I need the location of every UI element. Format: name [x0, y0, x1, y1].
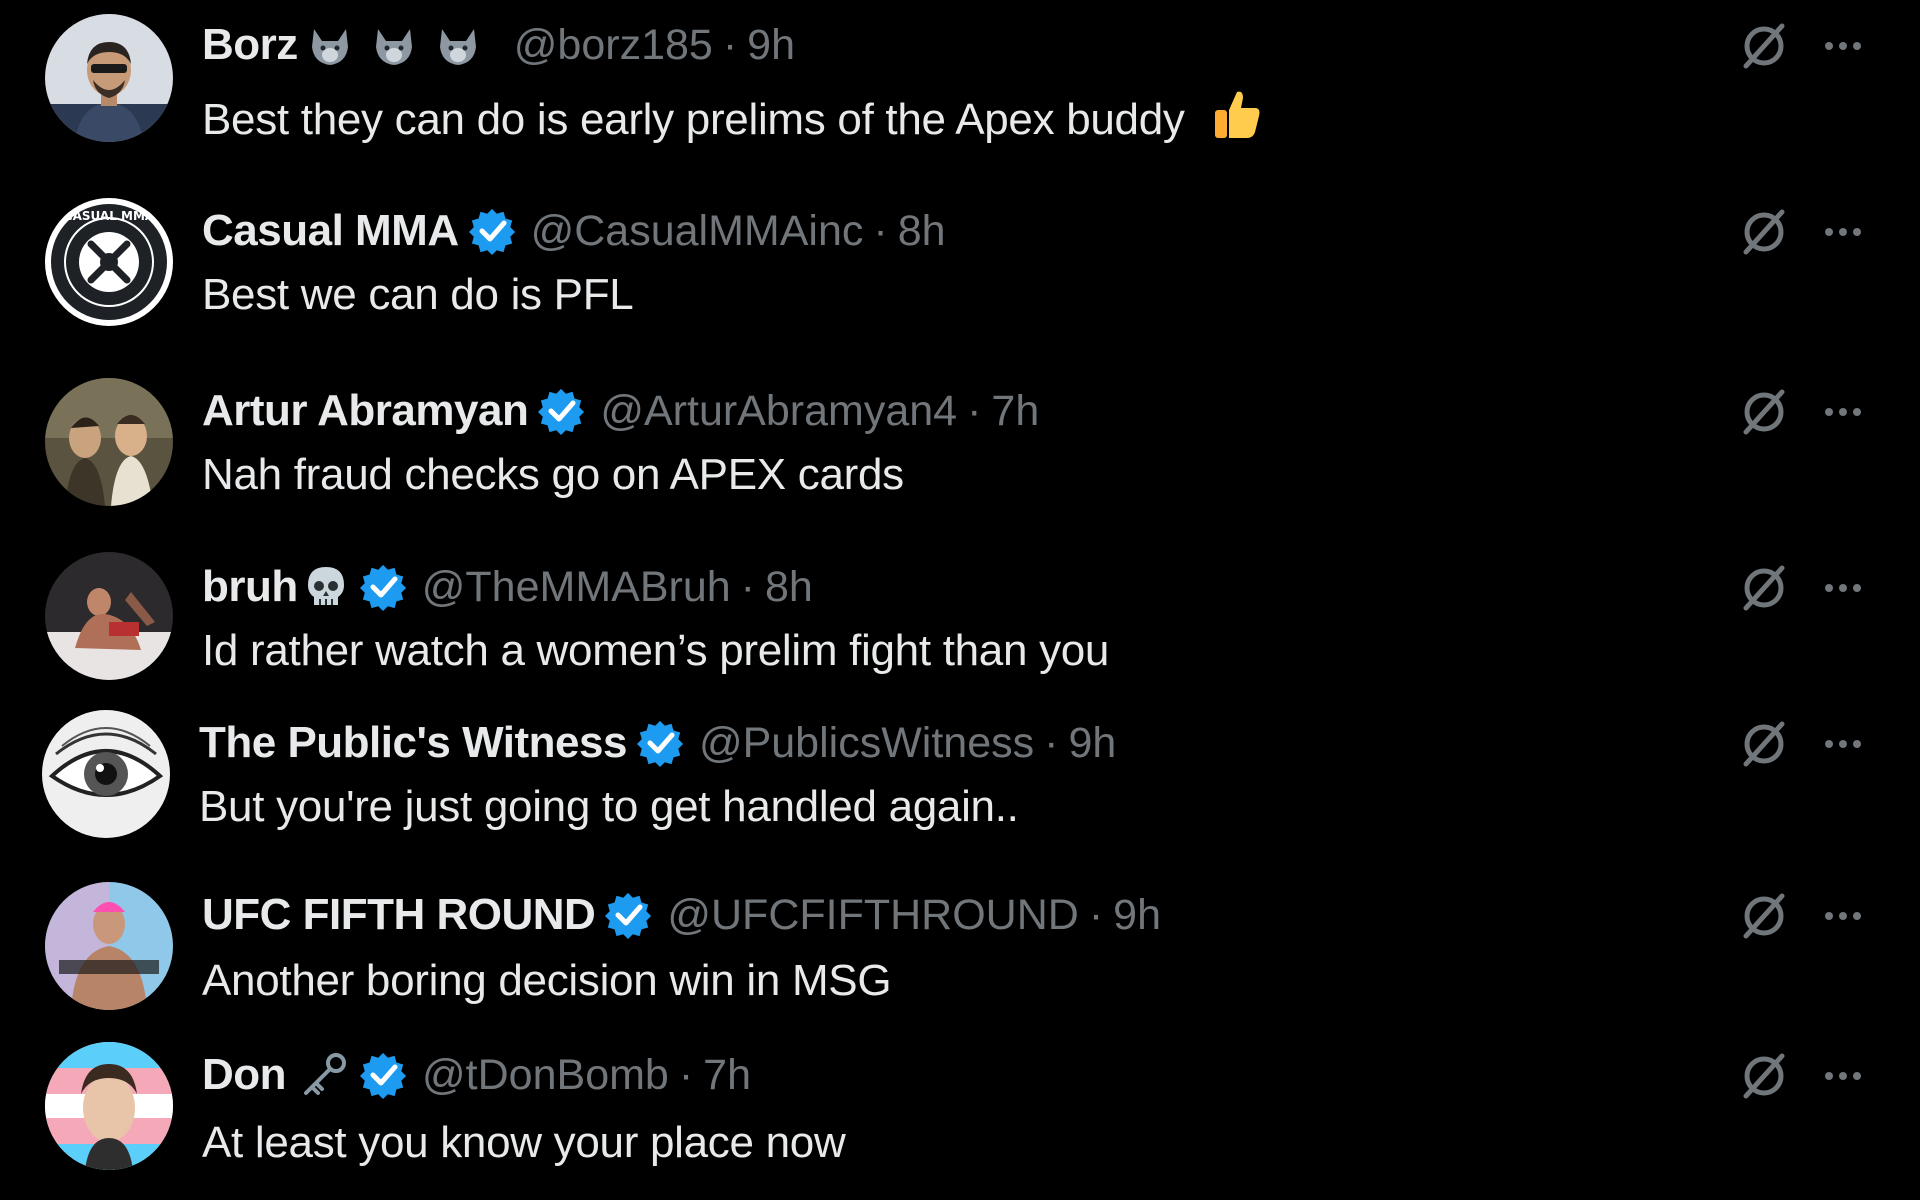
fight-photo-avatar — [45, 552, 173, 680]
more-dots-icon[interactable] — [1815, 204, 1871, 260]
grok-slash-icon[interactable] — [1736, 204, 1792, 260]
user-handle[interactable]: @UFCFIFTHROUND — [667, 891, 1078, 940]
display-name[interactable]: bruh — [202, 562, 298, 612]
reply-text: At least you know your place now — [202, 1118, 846, 1167]
verified-badge-icon — [636, 720, 684, 767]
skull-emoji-icon — [307, 567, 344, 605]
verified-badge-icon — [359, 564, 406, 611]
reply-text: Id rather watch a women’s prelim fight t… — [202, 626, 1110, 675]
avatar[interactable] — [45, 1042, 173, 1170]
separator-dot: · — [722, 20, 738, 69]
verified-badge-icon — [468, 208, 515, 255]
reply-text: But you're just going to get handled aga… — [199, 782, 1019, 831]
user-handle[interactable]: @ArturAbramyan4 — [600, 387, 957, 436]
more-dots-icon[interactable] — [1815, 1048, 1871, 1104]
reply-item[interactable]: Don @tDonBomb · 7h At least you know you… — [0, 1032, 1920, 1182]
avatar[interactable] — [45, 552, 173, 680]
display-name[interactable]: The Public's Witness — [199, 718, 627, 768]
grok-slash-icon[interactable] — [1736, 18, 1792, 74]
avatar[interactable] — [42, 710, 170, 838]
verified-badge-icon — [538, 388, 585, 435]
timestamp[interactable]: 7h — [991, 387, 1039, 436]
timestamp[interactable]: 9h — [1068, 719, 1116, 768]
display-name[interactable]: Casual MMA — [202, 206, 459, 256]
more-dots-icon[interactable] — [1815, 384, 1871, 440]
eye-engraving-avatar — [42, 710, 170, 838]
separator-dot: · — [678, 1050, 694, 1099]
reply-text: Best we can do is PFL — [202, 270, 634, 319]
reply-item[interactable]: bruh @TheMMABruh · 8h Id rather watch a … — [0, 540, 1920, 690]
grok-slash-icon[interactable] — [1736, 384, 1792, 440]
reply-text-wrap: Best they can do is early prelims of the… — [202, 86, 1265, 145]
avatar[interactable] — [45, 882, 173, 1010]
separator-dot: · — [740, 562, 755, 611]
reply-item[interactable]: The Public's Witness @PublicsWitness · 9… — [0, 696, 1920, 846]
more-dots-icon[interactable] — [1815, 18, 1871, 74]
cartoon-man-avatar — [45, 1042, 173, 1170]
user-handle[interactable]: @CasualMMAinc — [531, 207, 864, 256]
grok-slash-icon[interactable] — [1736, 716, 1792, 772]
fighter-neon-avatar — [45, 882, 173, 1010]
avatar[interactable]: CASUAL MMA — [45, 198, 173, 326]
person-photo-avatar — [45, 14, 173, 142]
reply-text: Another boring decision win in MSG — [202, 956, 892, 1005]
timestamp[interactable]: 7h — [703, 1051, 751, 1100]
more-dots-icon[interactable] — [1815, 716, 1871, 772]
verified-badge-icon — [605, 892, 652, 939]
avatar[interactable] — [45, 378, 173, 506]
verified-badge-icon — [360, 1052, 407, 1099]
user-handle[interactable]: @borz185 — [514, 21, 713, 70]
user-handle[interactable]: @TheMMABruh — [422, 563, 731, 612]
avatar[interactable] — [45, 14, 173, 142]
timestamp[interactable]: 9h — [747, 21, 795, 70]
reply-item[interactable]: Artur Abramyan @ArturAbramyan4 · 7h Nah … — [0, 364, 1920, 514]
grok-slash-icon[interactable] — [1736, 888, 1792, 944]
key-emoji-icon — [304, 1053, 347, 1095]
avatar-text: CASUAL MMA — [64, 209, 155, 223]
timestamp[interactable]: 9h — [1113, 891, 1161, 940]
timestamp[interactable]: 8h — [898, 207, 946, 256]
casual-mma-logo-avatar: CASUAL MMA — [45, 198, 173, 326]
reply-item[interactable]: CASUAL MMA Casual MMA @CasualMMAinc · 8h… — [0, 182, 1920, 332]
grok-slash-icon[interactable] — [1736, 560, 1792, 616]
separator-dot: · — [1088, 890, 1104, 939]
group-photo-avatar — [45, 378, 173, 506]
separator-dot: · — [967, 386, 982, 435]
display-name[interactable]: Artur Abramyan — [202, 386, 529, 436]
display-name[interactable]: Borz — [202, 20, 298, 70]
more-dots-icon[interactable] — [1815, 888, 1871, 944]
display-name[interactable]: Don — [202, 1050, 287, 1100]
user-handle[interactable]: @PublicsWitness — [699, 719, 1034, 768]
more-dots-icon[interactable] — [1815, 560, 1871, 616]
separator-dot: · — [1044, 718, 1059, 767]
thumbs-up-emoji-icon — [1214, 91, 1260, 138]
separator-dot: · — [873, 206, 888, 255]
display-name[interactable]: UFC FIFTH ROUND — [202, 890, 596, 940]
reply-text: Best they can do is early prelims of the… — [202, 95, 1185, 144]
timestamp[interactable]: 8h — [765, 563, 813, 612]
reply-text: Nah fraud checks go on APEX cards — [202, 450, 904, 499]
reply-item[interactable]: UFC FIFTH ROUND @UFCFIFTHROUND · 9h Anot… — [0, 870, 1920, 1020]
reply-item[interactable]: Borz @borz185 · 9h Best they can do is e… — [0, 0, 1920, 150]
grok-slash-icon[interactable] — [1736, 1048, 1792, 1104]
user-handle[interactable]: @tDonBomb — [422, 1051, 669, 1100]
wolf-emoji-icon — [311, 29, 476, 65]
